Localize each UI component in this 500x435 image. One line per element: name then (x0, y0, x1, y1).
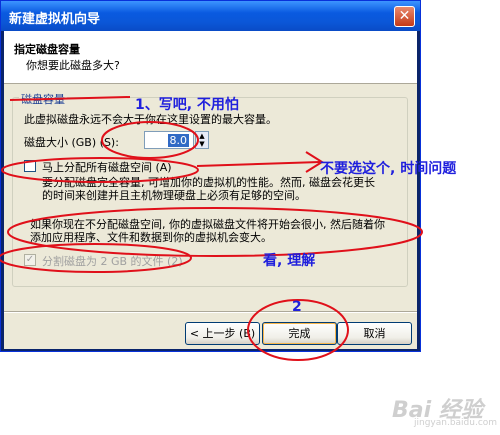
annotation-step-two: 2 (292, 299, 302, 315)
annotation-ellipse-note (7, 207, 423, 257)
annotation-ellipse-split (0, 243, 192, 273)
watermark: Bai 经验 jingyan.baidu.com (392, 392, 497, 430)
annotation-overlay (0, 96, 423, 361)
annotation-underline-legend (9, 96, 131, 101)
annotation-ellipse-size (101, 121, 199, 159)
annotation-write: 1、写吧, 不用怕 (135, 97, 239, 113)
annotation-ellipse-allocate (1, 157, 199, 183)
annotation-understand: 看, 理解 (263, 253, 316, 269)
watermark-url: jingyan.baidu.com (414, 418, 498, 428)
annotation-dont-select: 不要选这个, 时间问题 (320, 161, 457, 177)
annotation-arrow-allocate (196, 161, 321, 167)
